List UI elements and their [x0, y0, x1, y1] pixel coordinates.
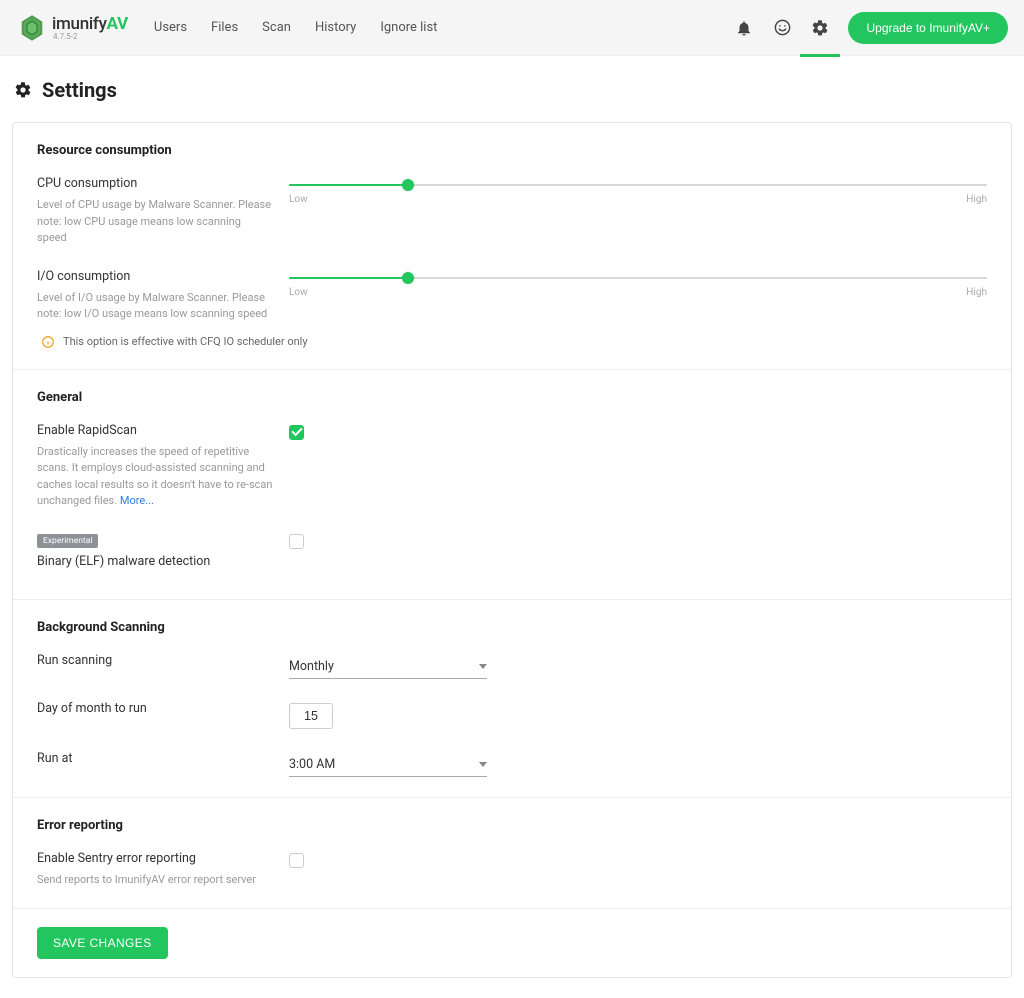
sentry-label: Enable Sentry error reporting	[37, 851, 273, 866]
day-of-month-label: Day of month to run	[37, 701, 273, 716]
settings-panel: Resource consumption CPU consumption Lev…	[12, 122, 1012, 978]
row-cpu: CPU consumption Level of CPU usage by Ma…	[37, 176, 987, 247]
nav-users[interactable]: Users	[154, 0, 187, 55]
page-title: Settings	[42, 78, 117, 102]
sentry-checkbox[interactable]	[289, 853, 304, 868]
logo-icon	[18, 14, 46, 42]
info-icon	[41, 335, 55, 349]
logo[interactable]: imunifyAV 4.7.5-2	[18, 14, 128, 42]
cpu-desc: Level of CPU usage by Malware Scanner. P…	[37, 197, 273, 247]
nav-scan[interactable]: Scan	[262, 0, 291, 55]
row-run-at: Run at 3:00 AM	[37, 751, 987, 777]
run-scanning-select[interactable]: Monthly	[289, 655, 487, 679]
topbar: imunifyAV 4.7.5-2 Users Files Scan Histo…	[0, 0, 1024, 56]
logo-text: imunifyAV	[52, 14, 128, 34]
save-bar: SAVE CHANGES	[13, 909, 1011, 977]
row-sentry: Enable Sentry error reporting Send repor…	[37, 851, 987, 889]
slider-high-label: High	[966, 287, 987, 298]
sentry-desc: Send reports to ImunifyAV error report s…	[37, 872, 273, 889]
slider-low-label: Low	[289, 287, 308, 298]
gear-icon[interactable]	[810, 18, 830, 38]
section-resource: Resource consumption CPU consumption Lev…	[13, 123, 1011, 370]
rapidscan-checkbox[interactable]	[289, 425, 304, 440]
row-rapidscan: Enable RapidScan Drastically increases t…	[37, 423, 987, 510]
section-error: Error reporting Enable Sentry error repo…	[13, 798, 1011, 910]
cpu-slider[interactable]: Low High	[289, 178, 987, 205]
page-header: Settings	[0, 56, 1024, 122]
main-nav: Users Files Scan History Ignore list	[154, 0, 438, 55]
upgrade-button[interactable]: Upgrade to ImunifyAV+	[848, 12, 1008, 44]
nav-files[interactable]: Files	[211, 0, 238, 55]
slider-thumb[interactable]	[402, 179, 414, 191]
support-icon[interactable]	[772, 18, 792, 38]
day-of-month-input[interactable]	[289, 703, 333, 729]
rapidscan-label: Enable RapidScan	[37, 423, 273, 438]
row-io: I/O consumption Level of I/O usage by Ma…	[37, 269, 987, 323]
run-at-label: Run at	[37, 751, 273, 766]
nav-history[interactable]: History	[315, 0, 356, 55]
rapidscan-desc: Drastically increases the speed of repet…	[37, 444, 273, 510]
row-elf: Experimental Binary (ELF) malware detect…	[37, 532, 987, 575]
section-title: General	[37, 390, 987, 405]
chevron-down-icon	[479, 664, 487, 669]
gear-icon	[14, 81, 32, 99]
io-note: This option is effective with CFQ IO sch…	[41, 335, 987, 349]
slider-high-label: High	[966, 194, 987, 205]
cpu-label: CPU consumption	[37, 176, 273, 191]
row-run-scanning: Run scanning Monthly	[37, 653, 987, 679]
slider-thumb[interactable]	[402, 272, 414, 284]
save-button[interactable]: SAVE CHANGES	[37, 927, 168, 959]
run-at-select[interactable]: 3:00 AM	[289, 753, 487, 777]
nav-ignore-list[interactable]: Ignore list	[380, 0, 437, 55]
elf-checkbox[interactable]	[289, 534, 304, 549]
bell-icon[interactable]	[734, 18, 754, 38]
experimental-badge: Experimental	[37, 534, 98, 548]
section-background: Background Scanning Run scanning Monthly…	[13, 600, 1011, 798]
slider-low-label: Low	[289, 194, 308, 205]
more-link[interactable]: More...	[120, 494, 154, 507]
run-scanning-label: Run scanning	[37, 653, 273, 668]
row-day-of-month: Day of month to run	[37, 701, 987, 729]
section-title: Resource consumption	[37, 143, 987, 158]
chevron-down-icon	[479, 762, 487, 767]
io-note-text: This option is effective with CFQ IO sch…	[63, 335, 308, 348]
io-desc: Level of I/O usage by Malware Scanner. P…	[37, 290, 273, 323]
io-label: I/O consumption	[37, 269, 273, 284]
section-general: General Enable RapidScan Drastically inc…	[13, 370, 1011, 600]
io-slider[interactable]: Low High	[289, 271, 987, 298]
elf-label: Binary (ELF) malware detection	[37, 554, 273, 569]
section-title: Error reporting	[37, 818, 987, 833]
section-title: Background Scanning	[37, 620, 987, 635]
